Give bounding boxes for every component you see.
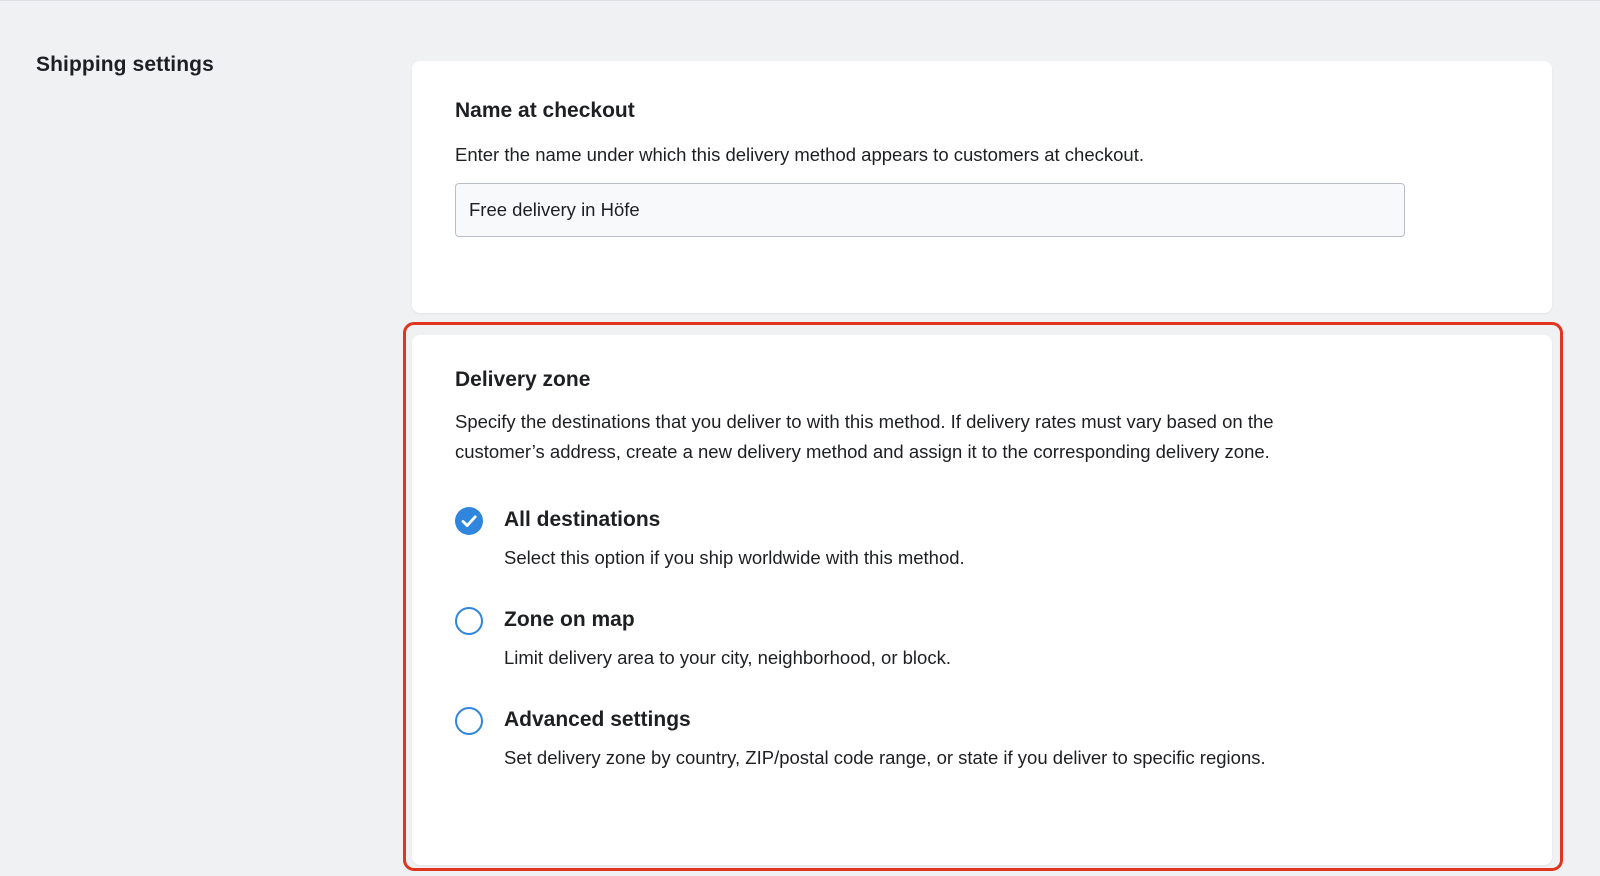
option-zone-on-map-label: Zone on map (504, 608, 635, 631)
delivery-zone-card: Delivery zone Specify the destinations t… (412, 335, 1552, 865)
option-advanced-settings[interactable]: Advanced settings Set delivery zone by c… (455, 707, 1455, 787)
option-all-destinations-hint: Select this option if you ship worldwide… (504, 547, 965, 568)
circle-outline-icon[interactable] (455, 707, 483, 735)
delivery-zone-description-line-1: Specify the destinations that you delive… (455, 411, 1274, 432)
delivery-zone-description-line-2: customer’s address, create a new deliver… (455, 441, 1270, 462)
option-advanced-settings-label: Advanced settings (504, 708, 691, 731)
option-all-destinations[interactable]: All destinations Select this option if y… (455, 507, 1455, 587)
delivery-zone-heading: Delivery zone (455, 368, 591, 391)
check-circle-icon[interactable] (455, 507, 483, 535)
name-at-checkout-card: Name at checkout Enter the name under wh… (412, 61, 1552, 313)
option-advanced-settings-hint: Set delivery zone by country, ZIP/postal… (504, 747, 1266, 768)
option-zone-on-map-hint: Limit delivery area to your city, neighb… (504, 647, 951, 668)
delivery-zone-description: Specify the destinations that you delive… (455, 407, 1274, 467)
option-all-destinations-label: All destinations (504, 508, 661, 531)
name-at-checkout-description: Enter the name under which this delivery… (455, 144, 1144, 165)
checkout-name-input[interactable] (455, 183, 1405, 237)
option-zone-on-map[interactable]: Zone on map Limit delivery area to your … (455, 607, 1455, 687)
circle-outline-icon[interactable] (455, 607, 483, 635)
page-section-title: Shipping settings (36, 53, 214, 76)
name-at-checkout-heading: Name at checkout (455, 99, 635, 122)
top-divider (0, 0, 1600, 1)
